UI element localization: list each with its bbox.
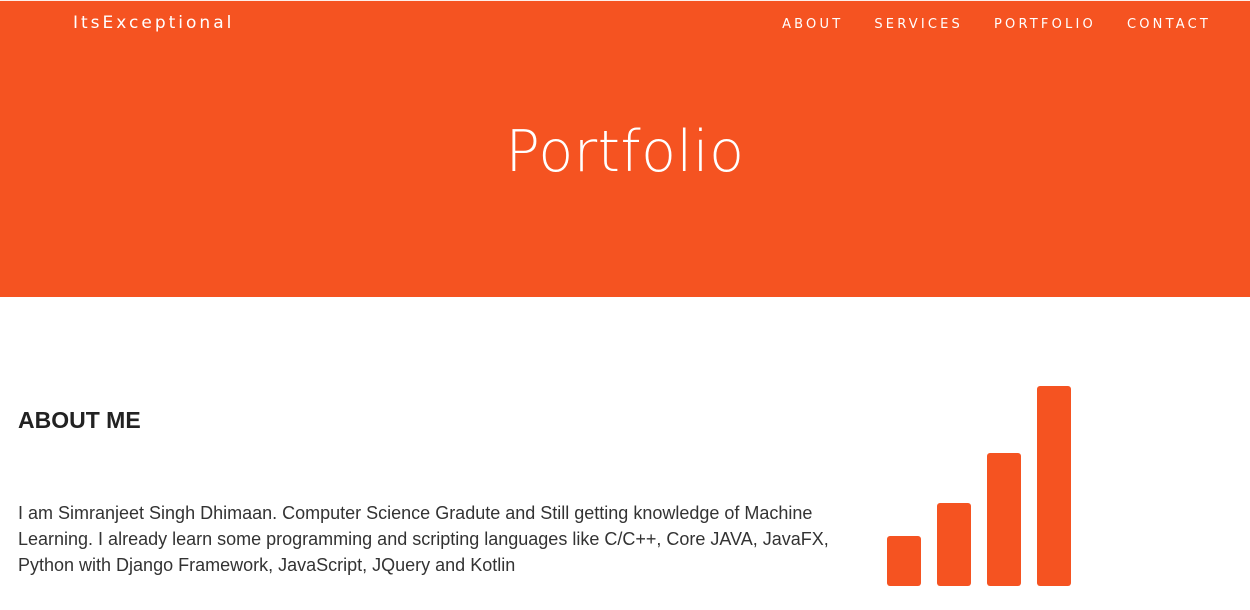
portfolio-page: ItsExceptional ABOUT SERVICES PORTFOLIO … (0, 0, 1250, 610)
signal-bar-4 (1037, 386, 1071, 586)
about-description: I am Simranjeet Singh Dhimaan. Computer … (18, 503, 829, 575)
about-heading: ABOUT ME (18, 407, 141, 433)
signal-bar-2 (937, 503, 971, 586)
nav-link-portfolio[interactable]: PORTFOLIO (994, 17, 1096, 32)
top-divider (0, 0, 1250, 1)
nav-link-services[interactable]: SERVICES (874, 17, 963, 32)
signal-bar-3 (987, 453, 1021, 586)
nav-link-contact[interactable]: CONTACT (1127, 17, 1211, 32)
nav-item-services: SERVICES (874, 15, 963, 33)
signal-bar-1 (887, 536, 921, 586)
nav-item-contact: CONTACT (1127, 15, 1211, 33)
signal-bars-icon (880, 380, 1080, 590)
hero-header: ItsExceptional ABOUT SERVICES PORTFOLIO … (0, 0, 1250, 297)
nav-link-about[interactable]: ABOUT (782, 17, 843, 32)
nav-item-about: ABOUT (782, 15, 843, 33)
brand-logo-link[interactable]: ItsExceptional (73, 12, 234, 34)
page-title: Portfolio (505, 119, 745, 185)
main-navigation: ABOUT SERVICES PORTFOLIO CONTACT (782, 15, 1211, 33)
nav-item-portfolio: PORTFOLIO (994, 15, 1096, 33)
